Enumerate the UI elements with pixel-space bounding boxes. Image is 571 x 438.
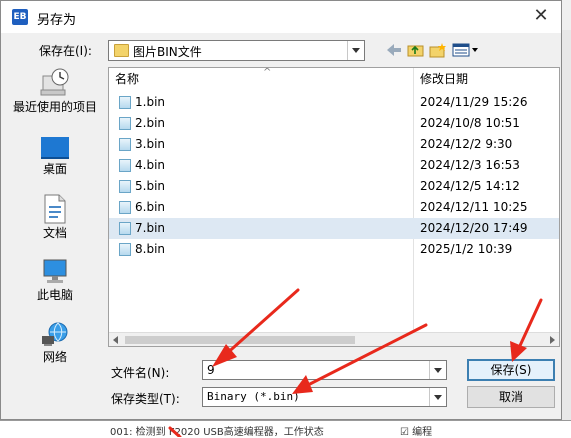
- annotation-arrows: [168, 288, 543, 437]
